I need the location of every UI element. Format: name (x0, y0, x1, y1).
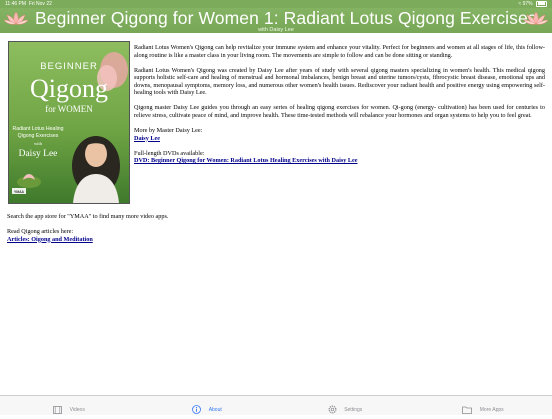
tab-bar: Videos About Settings More Apps (0, 395, 552, 415)
tab-about[interactable]: About (138, 396, 276, 415)
dvd-cover-art: BEGINNER Qigong for WOMEN Radiant Lotus … (9, 42, 129, 203)
search-app-store-text: Search the app store for "YMAA" to find … (7, 213, 169, 220)
footer-text: Search the app store for "YMAA" to find … (7, 213, 307, 251)
dvd-link[interactable]: DVD: Beginner Qigong for Women: Radiant … (134, 157, 358, 164)
status-bar: 11:46 PM Fri Nov 22 ≈ 97% (0, 0, 552, 8)
full-length-label: Full-length DVDs available: (134, 149, 205, 157)
description-text: Radiant Lotus Women's Qigong can help re… (134, 44, 545, 172)
cover-subtitle-line2: Qigong Exercises (18, 133, 59, 139)
more-by-label: More by Master Daisy Lee: (134, 126, 203, 134)
cover-author: Daisy Lee (19, 149, 58, 159)
status-time: 11:46 PM (5, 1, 27, 7)
tab-videos-label: Videos (69, 406, 85, 413)
description-paragraph-3: Qigong master Daisy Lee guides you throu… (134, 104, 545, 119)
tab-settings-label: Settings (344, 406, 363, 413)
folder-icon (462, 406, 473, 414)
tab-about-label: About (208, 406, 222, 413)
tab-more-apps[interactable]: More Apps (414, 396, 552, 415)
articles-label: Read Qigong articles here: (7, 227, 74, 235)
status-time-date: 11:46 PM Fri Nov 22 (5, 0, 52, 8)
dvd-section: Full-length DVDs available: DVD: Beginne… (134, 150, 545, 165)
tab-more-apps-label: More Apps (479, 406, 504, 413)
articles-section: Read Qigong articles here: Articles: Oig… (7, 228, 307, 243)
cover-subtitle-line1: Radiant Lotus Healing (12, 126, 63, 132)
page-subtitle: with Daisy Lee (258, 27, 294, 33)
cover-publisher: YMAA (14, 190, 25, 194)
cover-title-line3: for WOMEN (45, 104, 93, 114)
status-right: ≈ 97% (518, 0, 547, 8)
tab-settings[interactable]: Settings (276, 396, 414, 415)
cover-title-line1: BEGINNER (40, 61, 98, 72)
tab-videos[interactable]: Videos (0, 396, 138, 415)
lotus-logo-icon (523, 11, 549, 25)
description-paragraph-2: Radiant Lotus Women's Qigong was created… (134, 66, 545, 97)
battery-percent: 97% (522, 1, 533, 7)
cover-title-line2: Qigong (30, 74, 108, 103)
gear-icon (328, 405, 337, 414)
dvd-cover-image: BEGINNER Qigong for WOMEN Radiant Lotus … (8, 41, 130, 204)
description-paragraph-1: Radiant Lotus Women's Qigong can help re… (134, 44, 545, 59)
lotus-logo-icon (3, 11, 29, 25)
daisy-lee-link[interactable]: Daisy Lee (134, 135, 160, 142)
cover-with: with (34, 141, 43, 146)
more-by-section: More by Master Daisy Lee: Daisy Lee (134, 127, 545, 142)
articles-link[interactable]: Articles: Oigong and Meditation (7, 236, 93, 243)
battery-icon (536, 0, 547, 7)
app-header: Beginner Qigong for Women 1: Radiant Lot… (0, 8, 552, 33)
page-title: Beginner Qigong for Women 1: Radiant Lot… (35, 8, 537, 28)
wifi-icon: ≈ (518, 1, 522, 7)
film-icon (53, 405, 63, 414)
status-date: Fri Nov 22 (28, 1, 52, 7)
info-icon (192, 405, 202, 415)
